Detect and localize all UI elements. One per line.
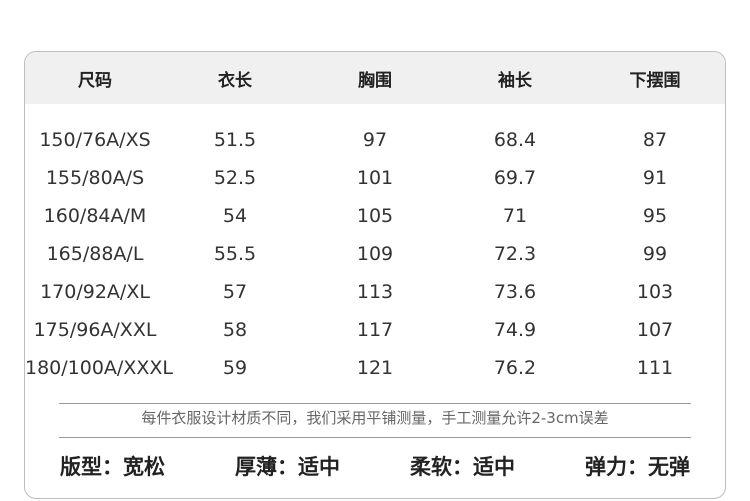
cell-hem: 95 (642, 205, 668, 227)
cell-sleeve: 68.4 (493, 129, 537, 151)
header-hem: 下摆围 (629, 70, 681, 91)
table-row: 160/84A/M 54 105 71 95 (25, 197, 725, 235)
size-chart-card: 尺码 衣长 胸围 袖长 下摆围 150/76A/XS 51.5 97 68.4 … (24, 51, 726, 499)
property-thickness: 厚薄：适中 (235, 455, 340, 479)
cell-sleeve: 74.9 (493, 319, 537, 341)
cell-chest: 113 (356, 281, 394, 303)
table-row: 165/88A/L 55.5 109 72.3 99 (25, 235, 725, 273)
cell-length: 55.5 (213, 243, 257, 265)
cell-sleeve: 73.6 (493, 281, 537, 303)
header-size: 尺码 (78, 70, 112, 91)
cell-hem: 111 (636, 357, 674, 379)
cell-chest: 117 (356, 319, 394, 341)
table-header: 尺码 衣长 胸围 袖长 下摆围 (25, 52, 725, 104)
cell-size: 155/80A/S (45, 167, 145, 189)
cell-chest: 121 (356, 357, 394, 379)
fabric-properties: 版型：宽松 厚薄：适中 柔软：适中 弹力：无弹 (25, 449, 725, 483)
cell-chest: 109 (356, 243, 394, 265)
cell-chest: 105 (356, 205, 394, 227)
cell-sleeve: 76.2 (493, 357, 537, 379)
cell-length: 58 (222, 319, 248, 341)
cell-sleeve: 72.3 (493, 243, 537, 265)
cell-size: 150/76A/XS (39, 129, 151, 151)
header-length: 衣长 (218, 70, 252, 91)
table-row: 175/96A/XXL 58 117 74.9 107 (25, 311, 725, 349)
cell-sleeve: 71 (502, 205, 528, 227)
cell-size: 175/96A/XXL (33, 319, 157, 341)
property-fit: 版型：宽松 (60, 455, 165, 479)
table-row: 180/100A/XXXL 59 121 76.2 111 (25, 349, 725, 387)
property-softness: 柔软：适中 (410, 455, 515, 479)
cell-sleeve: 69.7 (493, 167, 537, 189)
cell-size: 170/92A/XL (40, 281, 150, 303)
header-chest: 胸围 (358, 70, 392, 91)
table-body: 150/76A/XS 51.5 97 68.4 87 155/80A/S 52.… (25, 121, 725, 387)
cell-length: 51.5 (213, 129, 257, 151)
cell-length: 57 (222, 281, 248, 303)
cell-size: 165/88A/L (46, 243, 144, 265)
table-row: 170/92A/XL 57 113 73.6 103 (25, 273, 725, 311)
table-row: 150/76A/XS 51.5 97 68.4 87 (25, 121, 725, 159)
cell-hem: 107 (636, 319, 674, 341)
cell-length: 54 (222, 205, 248, 227)
cell-hem: 91 (642, 167, 668, 189)
measurement-note: 每件衣服设计材质不同，我们采用平铺测量，手工测量允许2-3cm误差 (141, 409, 609, 427)
cell-hem: 99 (642, 243, 668, 265)
cell-chest: 101 (356, 167, 394, 189)
cell-size: 160/84A/M (43, 205, 147, 227)
divider-top (59, 403, 691, 404)
cell-length: 59 (222, 357, 248, 379)
table-row: 155/80A/S 52.5 101 69.7 91 (25, 159, 725, 197)
header-sleeve: 袖长 (498, 70, 532, 91)
cell-hem: 87 (642, 129, 668, 151)
cell-size: 180/100A/XXXL (25, 357, 173, 379)
cell-hem: 103 (636, 281, 674, 303)
divider-bottom (59, 437, 691, 438)
cell-chest: 97 (362, 129, 388, 151)
property-elasticity: 弹力：无弹 (585, 455, 690, 479)
cell-length: 52.5 (213, 167, 257, 189)
